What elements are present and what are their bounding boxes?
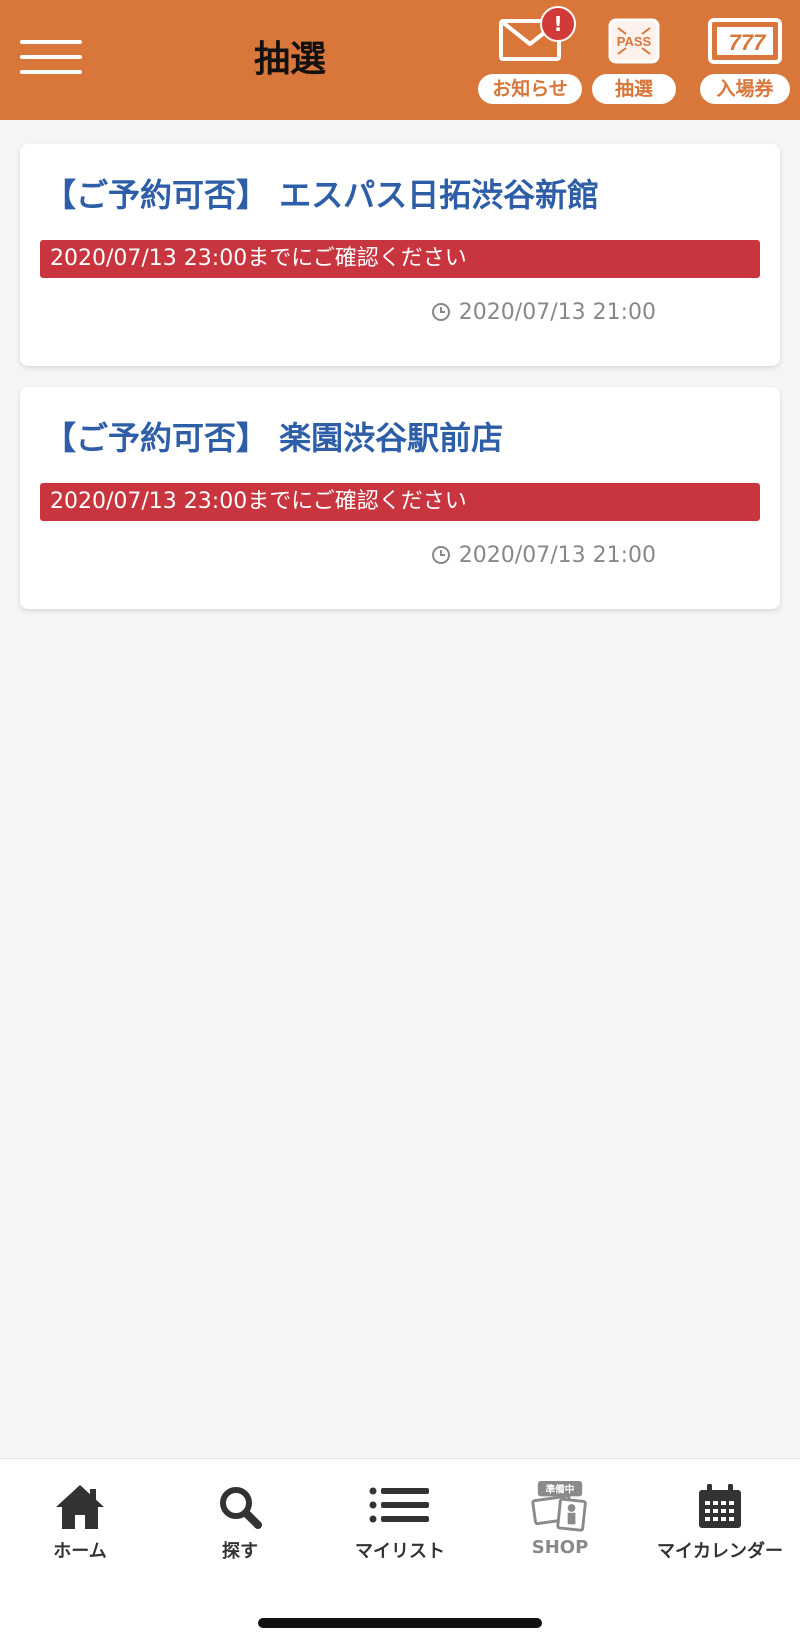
lottery-label: 抽選 — [592, 74, 676, 104]
entry-ticket-label: 入場券 — [700, 74, 790, 104]
lottery-card-datetime: 2020/07/13 21:00 — [431, 541, 656, 571]
lottery-card-datetime: 2020/07/13 21:00 — [431, 298, 656, 328]
search-icon — [220, 1487, 262, 1529]
pass-ticket-icon-text: PASS — [617, 34, 652, 49]
pass-ticket-icon: PASS — [608, 18, 660, 64]
nav-mycalendar-label: マイカレンダー — [657, 1541, 783, 1562]
nav-search[interactable]: 探す — [160, 1481, 320, 1571]
deadline-notice: 2020/07/13 23:00までにご確認ください — [40, 240, 760, 278]
lottery-card[interactable]: 【ご予約可否】 エスパス日拓渋谷新館 2020/07/13 23:00までにご確… — [20, 144, 780, 366]
clock-icon — [431, 303, 450, 321]
app-header: 抽選 ! お知らせ PASS 抽選 777 入場券 — [0, 0, 800, 120]
nav-shop[interactable]: 準備中 SHOP — [480, 1481, 640, 1571]
list-icon — [369, 1487, 429, 1523]
nav-shop-label: SHOP — [531, 1537, 589, 1558]
notifications-button[interactable]: ! お知らせ — [478, 6, 582, 110]
deadline-notice: 2020/07/13 23:00までにご確認ください — [40, 483, 760, 521]
lottery-button[interactable]: PASS 抽選 — [592, 10, 676, 110]
home-indicator[interactable] — [258, 1618, 542, 1628]
entry-ticket-button[interactable]: 777 入場券 — [700, 10, 790, 110]
home-icon — [56, 1485, 104, 1529]
notification-badge: ! — [540, 6, 576, 42]
nav-mycalendar[interactable]: マイカレンダー — [640, 1481, 800, 1571]
notifications-label: お知らせ — [478, 74, 582, 104]
hamburger-menu-icon-line — [20, 40, 82, 44]
hamburger-menu-icon-line — [20, 70, 82, 74]
calendar-icon — [699, 1484, 741, 1528]
nav-home[interactable]: ホーム — [0, 1481, 160, 1571]
slot-777-icon-text: 777 — [729, 30, 767, 55]
hamburger-menu-button[interactable] — [20, 38, 82, 78]
nav-search-label: 探す — [222, 1541, 258, 1562]
datetime-text: 2020/07/13 21:00 — [458, 543, 656, 568]
lottery-card-title: 【ご予約可否】 エスパス日拓渋谷新館 — [44, 176, 600, 214]
lottery-card[interactable]: 【ご予約可否】 楽園渋谷駅前店 2020/07/13 23:00までにご確認くだ… — [20, 387, 780, 609]
datetime-text: 2020/07/13 21:00 — [458, 300, 656, 325]
clock-icon — [431, 546, 450, 564]
slot-777-ticket-icon: 777 — [708, 18, 782, 64]
hamburger-menu-icon-line — [20, 55, 82, 59]
page-title: 抽選 — [253, 39, 326, 80]
nav-mylist-label: マイリスト — [355, 1541, 445, 1562]
lottery-card-title: 【ご予約可否】 楽園渋谷駅前店 — [44, 419, 504, 457]
nav-mylist[interactable]: マイリスト — [320, 1481, 480, 1571]
shop-preparing-badge: 準備中 — [546, 1484, 575, 1496]
nav-home-label: ホーム — [53, 1541, 107, 1562]
shop-icon: 準備中 — [531, 1481, 587, 1532]
